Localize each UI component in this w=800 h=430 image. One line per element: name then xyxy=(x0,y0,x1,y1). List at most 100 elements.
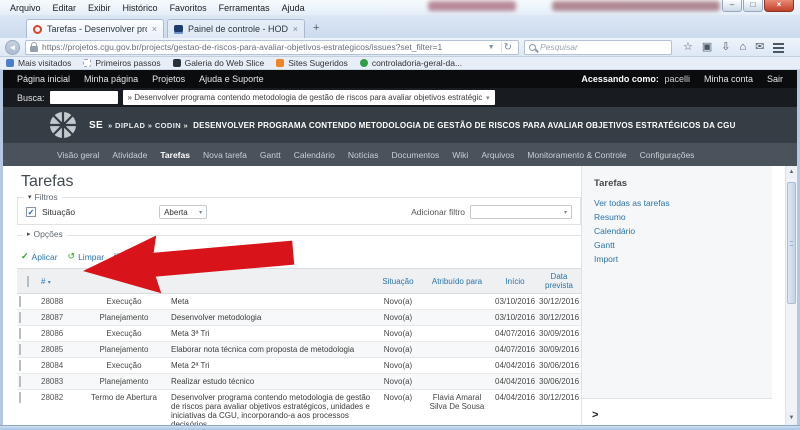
issue-row[interactable]: 28088 Execução Meta Novo(a) 03/10/2016 3… xyxy=(17,294,581,310)
scroll-down-icon[interactable]: ▼ xyxy=(786,412,797,425)
menu-arquivo[interactable]: Arquivo xyxy=(4,2,47,14)
issue-id[interactable]: 28084 xyxy=(39,358,79,374)
home-icon[interactable]: ⌂ xyxy=(740,39,747,55)
column-header-due[interactable]: Data prevista xyxy=(537,269,581,294)
menu-editar[interactable]: Editar xyxy=(47,2,83,14)
tab-noticias[interactable]: Notícias xyxy=(348,150,379,160)
row-checkbox[interactable] xyxy=(19,328,21,339)
tab-calendario[interactable]: Calendário xyxy=(294,150,335,160)
save-button[interactable]: Salvar xyxy=(114,252,149,262)
browser-search-input[interactable] xyxy=(540,42,667,52)
issue-row[interactable]: 28086 Execução Meta 3ª Tri Novo(a) 04/07… xyxy=(17,326,581,342)
filters-legend[interactable]: ▾ Filtros xyxy=(24,192,62,202)
issue-subject[interactable]: Meta xyxy=(169,294,375,310)
breadcrumb-path[interactable]: » DIPLAD » CODIN » xyxy=(108,121,188,130)
top-menu-projetos[interactable]: Projetos xyxy=(152,74,185,84)
sidebar-link-gantt[interactable]: Gantt xyxy=(594,238,772,252)
apply-label[interactable]: Aplicar xyxy=(32,252,58,262)
new-tab-button[interactable]: + xyxy=(305,18,327,38)
row-checkbox[interactable] xyxy=(19,312,21,323)
bookmark-primeiros-passos[interactable]: Primeiros passos xyxy=(83,58,160,68)
tab-monitoramento-controle[interactable]: Monitoramento & Controle xyxy=(527,150,626,160)
menu-ajuda[interactable]: Ajuda xyxy=(276,2,311,14)
issue-id[interactable]: 28085 xyxy=(39,342,79,358)
issue-subject[interactable]: Desenvolver programa contendo metodologi… xyxy=(169,390,375,426)
url-text[interactable]: https://projetos.cgu.gov.br/projects/ges… xyxy=(42,42,482,52)
column-header-start[interactable]: Início xyxy=(493,269,537,294)
bookmark-star-icon[interactable]: ☆ xyxy=(683,39,693,55)
issue-row[interactable]: 28087 Planejamento Desenvolver metodolog… xyxy=(17,310,581,326)
my-account-link[interactable]: Minha conta xyxy=(704,74,753,84)
row-checkbox[interactable] xyxy=(19,344,21,355)
clear-label[interactable]: Limpar xyxy=(78,252,104,262)
scrollbar-thumb[interactable] xyxy=(787,182,796,304)
browser-tab-painel[interactable]: Painel de controle - HOD 10 × xyxy=(167,19,305,38)
issue-id[interactable]: 28082 xyxy=(39,390,79,426)
busca-input[interactable] xyxy=(50,91,118,104)
row-checkbox[interactable] xyxy=(19,392,21,403)
sidebar-link-resumo[interactable]: Resumo xyxy=(594,210,772,224)
sidebar-link-calendario[interactable]: Calendário xyxy=(594,224,772,238)
url-bar[interactable]: https://projetos.cgu.gov.br/projects/ges… xyxy=(25,40,519,55)
column-header-status[interactable]: Situação xyxy=(375,269,421,294)
issue-id[interactable]: 28087 xyxy=(39,310,79,326)
row-checkbox[interactable] xyxy=(19,376,21,387)
issue-subject[interactable]: Realizar estudo técnico xyxy=(169,374,375,390)
url-dropdown-icon[interactable]: ▼ xyxy=(486,44,497,51)
close-tab-icon[interactable]: × xyxy=(152,24,157,34)
breadcrumb-root[interactable]: SE xyxy=(89,120,103,131)
bookmark-galeria-web-slice[interactable]: Galeria do Web Slice xyxy=(173,58,265,68)
sidebar-link-import[interactable]: Import xyxy=(594,252,772,266)
menu-ferramentas[interactable]: Ferramentas xyxy=(213,2,276,14)
tab-atividade[interactable]: Atividade xyxy=(112,150,147,160)
apply-button[interactable]: ✓ Aplicar xyxy=(21,251,58,262)
issue-subject[interactable]: Meta 3ª Tri xyxy=(169,326,375,342)
tab-nova-tarefa[interactable]: Nova tarefa xyxy=(203,150,247,160)
tab-arquivos[interactable]: Arquivos xyxy=(481,150,514,160)
situacao-operator-select[interactable]: Aberta ▾ xyxy=(159,205,207,219)
column-header-assignee[interactable]: Atribuído para xyxy=(421,269,493,294)
bookmark-mais-visitados[interactable]: Mais visitados xyxy=(6,58,71,68)
browser-search-box[interactable] xyxy=(524,40,672,55)
top-menu-pagina-inicial[interactable]: Página inicial xyxy=(17,74,70,84)
username-link[interactable]: pacelli xyxy=(664,74,690,84)
sidebar-link-ver-todas[interactable]: Ver todas as tarefas xyxy=(594,196,772,210)
issue-row[interactable]: 28084 Execução Meta 2ª Tri Novo(a) 04/04… xyxy=(17,358,581,374)
menu-favoritos[interactable]: Favoritos xyxy=(164,2,213,14)
minimize-button[interactable]: – xyxy=(722,0,742,12)
downloads-icon[interactable]: ⇩ xyxy=(721,39,730,55)
issue-id[interactable]: 28083 xyxy=(39,374,79,390)
tab-configuracoes[interactable]: Configurações xyxy=(640,150,695,160)
column-header-subject[interactable] xyxy=(169,269,375,294)
column-header-tracker[interactable] xyxy=(79,269,169,294)
column-header-id[interactable]: # ▾ xyxy=(39,269,79,294)
logout-link[interactable]: Sair xyxy=(767,74,783,84)
menu-icon[interactable] xyxy=(773,42,784,53)
pocket-icon[interactable]: ▣ xyxy=(702,39,712,55)
menu-historico[interactable]: Histórico xyxy=(117,2,164,14)
situacao-checkbox[interactable]: ✓ xyxy=(26,207,36,217)
issue-id[interactable]: 28088 xyxy=(39,294,79,310)
page-scrollbar[interactable]: ▲ ▼ xyxy=(785,166,797,425)
close-window-button[interactable]: × xyxy=(764,0,794,12)
reload-icon[interactable]: ↻ xyxy=(501,42,514,53)
back-icon[interactable]: ◄ xyxy=(5,40,20,55)
maximize-button[interactable]: □ xyxy=(743,0,763,12)
add-filter-select[interactable]: ▾ xyxy=(470,205,572,219)
issue-subject[interactable]: Meta 2ª Tri xyxy=(169,358,375,374)
issue-row[interactable]: 28085 Planejamento Elaborar nota técnica… xyxy=(17,342,581,358)
select-all-checkbox[interactable] xyxy=(27,276,29,287)
sidebar-collapse-icon[interactable]: > xyxy=(592,409,598,421)
bookmark-controladoria[interactable]: controladoria-geral-da... xyxy=(360,58,462,68)
project-jump-select[interactable]: » Desenvolver programa contendo metodolo… xyxy=(123,90,495,105)
issue-subject[interactable]: Desenvolver metodologia xyxy=(169,310,375,326)
tab-wiki[interactable]: Wiki xyxy=(452,150,468,160)
row-checkbox[interactable] xyxy=(19,296,21,307)
menu-exibir[interactable]: Exibir xyxy=(82,2,117,14)
issue-row[interactable]: 28082 Termo de Abertura Desenvolver prog… xyxy=(17,390,581,426)
tab-gantt[interactable]: Gantt xyxy=(260,150,281,160)
tab-documentos[interactable]: Documentos xyxy=(392,150,440,160)
row-checkbox[interactable] xyxy=(19,360,21,371)
clear-button[interactable]: ↺ Limpar xyxy=(68,251,105,262)
tab-visao-geral[interactable]: Visão geral xyxy=(57,150,99,160)
